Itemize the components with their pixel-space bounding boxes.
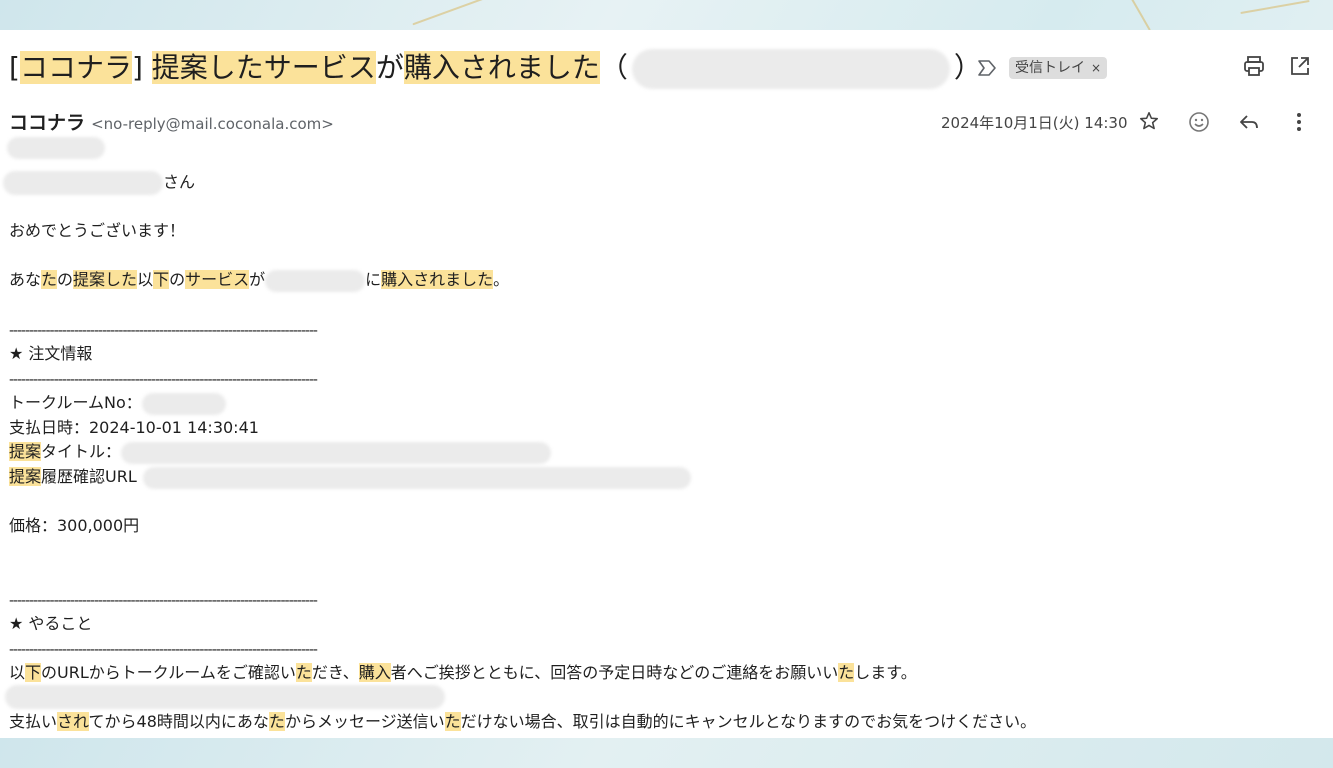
- text-fragment: からメッセージ送信い: [284, 712, 445, 731]
- talkroom-number: トークルームNo：: [9, 392, 226, 415]
- text-fragment: サービス: [185, 270, 250, 289]
- text-fragment: 購入: [358, 663, 391, 682]
- text-fragment: 支払い: [9, 712, 58, 731]
- text-fragment: 以: [9, 663, 26, 682]
- redacted-talkroom-no: [141, 392, 226, 415]
- email-view: [ココナラ] 提案したサービスが購入されました（） 受信トレイ × ココナラ <n…: [0, 30, 1333, 738]
- text-fragment: 提案した: [73, 270, 138, 289]
- text-fragment: だき、: [311, 663, 359, 682]
- redacted-history-link[interactable]: [142, 466, 691, 489]
- recipient-redacted: [7, 136, 105, 159]
- text-fragment: 以: [137, 270, 154, 289]
- talkroom-label: トークルームNo：: [9, 393, 142, 412]
- text-fragment: あな: [9, 270, 42, 289]
- star-icon[interactable]: [1135, 110, 1163, 138]
- more-vert-icon[interactable]: [1285, 110, 1313, 138]
- salutation: さん: [3, 171, 196, 195]
- payment-datetime: 支払日時：2024-10-01 14:30:41: [9, 418, 259, 437]
- subject-service-name: ココナラ: [19, 51, 132, 84]
- sender-info: ココナラ <no-reply@mail.coconala.com>: [9, 110, 334, 137]
- redacted-proposal-title: [121, 441, 552, 464]
- text-fragment: た: [295, 663, 312, 682]
- salutation-suffix: さん: [163, 172, 196, 192]
- inbox-label-chip[interactable]: 受信トレイ ×: [1009, 57, 1108, 79]
- text-fragment: が: [249, 270, 266, 289]
- email-subject: [ココナラ] 提案したサービスが購入されました（）: [9, 48, 982, 89]
- purchase-notice: あなたの提案した以下のサービスが に購入されました。: [9, 269, 509, 292]
- background-vein: [412, 0, 498, 26]
- todo-instruction: 以下のURLからトークルームをご確認いただき、購入者へご挨拶とともに、回答の予定…: [9, 662, 917, 684]
- talkroom-link-redacted[interactable]: [5, 685, 445, 709]
- cancel-warning: 支払いされてから48時間以内にあなたからメッセージ送信いただけない場合、取引は自…: [9, 711, 1036, 733]
- print-icon[interactable]: [1240, 54, 1268, 82]
- background-vein: [1240, 0, 1310, 15]
- open-in-new-window-icon[interactable]: [1286, 54, 1314, 82]
- subject-text: 購入されました: [403, 51, 600, 84]
- text-fragment: の: [169, 270, 186, 289]
- text-fragment: 提案: [9, 442, 42, 461]
- emoji-reaction-icon[interactable]: [1185, 110, 1213, 138]
- todo-heading: ★ やること: [9, 614, 93, 633]
- divider-line: ----------------------------------------…: [9, 323, 318, 339]
- redacted-talkroom-link[interactable]: [5, 685, 445, 709]
- text-fragment: 。: [493, 270, 510, 289]
- proposal-history-url: 提案履歴確認URL: [9, 466, 691, 489]
- text-fragment: 下: [153, 270, 170, 289]
- text-fragment: のURLからトークルームをご確認い: [41, 663, 296, 682]
- text-fragment: 下: [25, 663, 42, 682]
- background-vein: [1129, 0, 1151, 31]
- text-fragment: だけない場合、取引は自動的にキャンセルとなりますのでお気をつけください。: [460, 712, 1037, 731]
- text-fragment: され: [57, 712, 89, 731]
- subject-text: が: [375, 51, 404, 84]
- background-bottom: [0, 738, 1333, 768]
- text-fragment: 履歴確認URL: [41, 467, 137, 486]
- remove-label-button[interactable]: ×: [1091, 61, 1101, 75]
- subject-bracket: ]: [131, 51, 143, 84]
- text-fragment: た: [41, 270, 58, 289]
- proposal-title: 提案タイトル：: [9, 441, 552, 464]
- divider-line: ----------------------------------------…: [9, 372, 318, 388]
- reply-icon[interactable]: [1235, 110, 1263, 138]
- text-fragment: に: [365, 270, 382, 289]
- text-fragment: た: [444, 712, 461, 731]
- order-info-heading: ★ 注文情報: [9, 344, 93, 363]
- text-fragment: 提案: [9, 467, 42, 486]
- text-fragment: の: [57, 270, 74, 289]
- subject-text: 提案したサービス: [151, 51, 376, 84]
- text-fragment: 購入されました: [381, 270, 494, 289]
- redacted-buyer-name: [265, 269, 366, 292]
- inbox-label-text: 受信トレイ: [1015, 60, 1085, 76]
- subject-paren: （: [599, 51, 628, 84]
- divider-line: ----------------------------------------…: [9, 593, 318, 609]
- divider-line: ----------------------------------------…: [9, 642, 318, 658]
- congrats-text: おめでとうございます！: [9, 221, 186, 240]
- sender-name[interactable]: ココナラ: [9, 112, 85, 134]
- text-fragment: します。: [854, 663, 917, 682]
- text-fragment: タイトル：: [41, 442, 122, 461]
- subject-bracket: [: [9, 51, 20, 84]
- sender-email[interactable]: <no-reply@mail.coconala.com>: [91, 115, 334, 133]
- redacted-recipient: [7, 136, 105, 159]
- redacted-name: [3, 171, 163, 195]
- redacted-subject-detail: [631, 49, 950, 89]
- text-fragment: 者へご挨拶とともに、回答の予定日時などのご連絡をお願いい: [390, 663, 839, 682]
- text-fragment: てから48時間以内にあな: [88, 712, 269, 731]
- text-fragment: た: [268, 712, 285, 731]
- email-date: 2024年10月1日(火) 14:30: [941, 114, 1128, 132]
- important-label-icon[interactable]: [976, 57, 998, 79]
- price: 価格：300,000円: [9, 516, 140, 535]
- text-fragment: た: [838, 663, 855, 682]
